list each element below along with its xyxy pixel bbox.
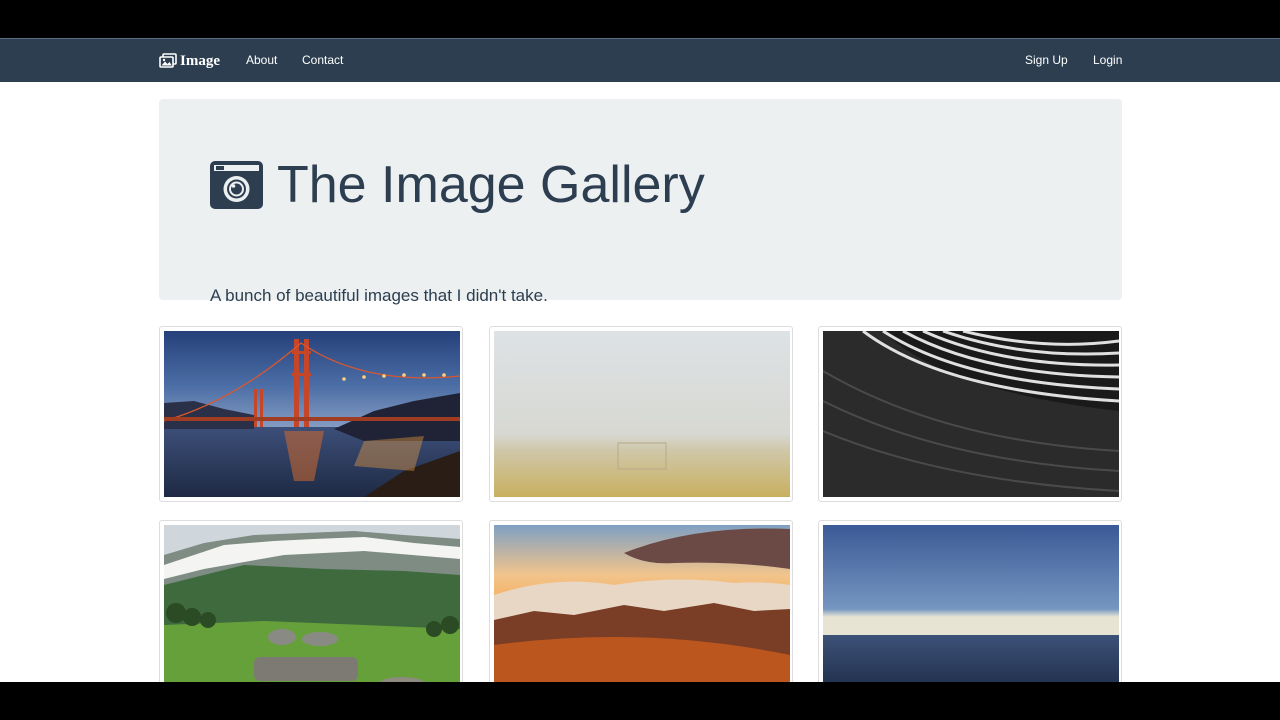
jumbotron-heading: The Image Gallery (210, 154, 705, 216)
nav-link-login[interactable]: Login (1093, 53, 1122, 67)
gallery-image-mountains (164, 525, 460, 682)
gallery-thumbnail[interactable] (159, 326, 463, 502)
gallery-thumbnail[interactable] (489, 326, 793, 502)
nav-link-about[interactable]: About (246, 53, 277, 67)
navbar: Image About Contact Sign Up Login (0, 38, 1280, 82)
nav-link-sign-up[interactable]: Sign Up (1025, 53, 1068, 67)
gallery-image-foggy-field (494, 331, 790, 497)
page-title: The Image Gallery (277, 156, 705, 214)
gallery-image-architecture (823, 331, 1119, 497)
page: Image About Contact Sign Up Login The Im… (0, 38, 1280, 682)
nav-link-contact[interactable]: Contact (302, 53, 343, 67)
gallery-thumbnail[interactable] (818, 326, 1122, 502)
gallery-image-sunset (494, 525, 790, 682)
camera-icon (210, 161, 263, 209)
video-letterbox-top (0, 0, 1280, 38)
brand-name: Image (180, 52, 220, 69)
gallery-thumbnail[interactable] (489, 520, 793, 682)
video-letterbox-bottom (0, 682, 1280, 720)
gallery-thumbnail[interactable] (159, 520, 463, 682)
page-subtitle: A bunch of beautiful images that I didn'… (210, 286, 548, 305)
gallery-thumbnail[interactable] (818, 520, 1122, 682)
gallery-image-bridge (164, 331, 460, 497)
gallery-image-ocean (823, 525, 1119, 682)
brand-link[interactable]: Image (159, 51, 220, 71)
images-icon (159, 53, 177, 68)
jumbotron: The Image Gallery A bunch of beautiful i… (159, 99, 1122, 305)
